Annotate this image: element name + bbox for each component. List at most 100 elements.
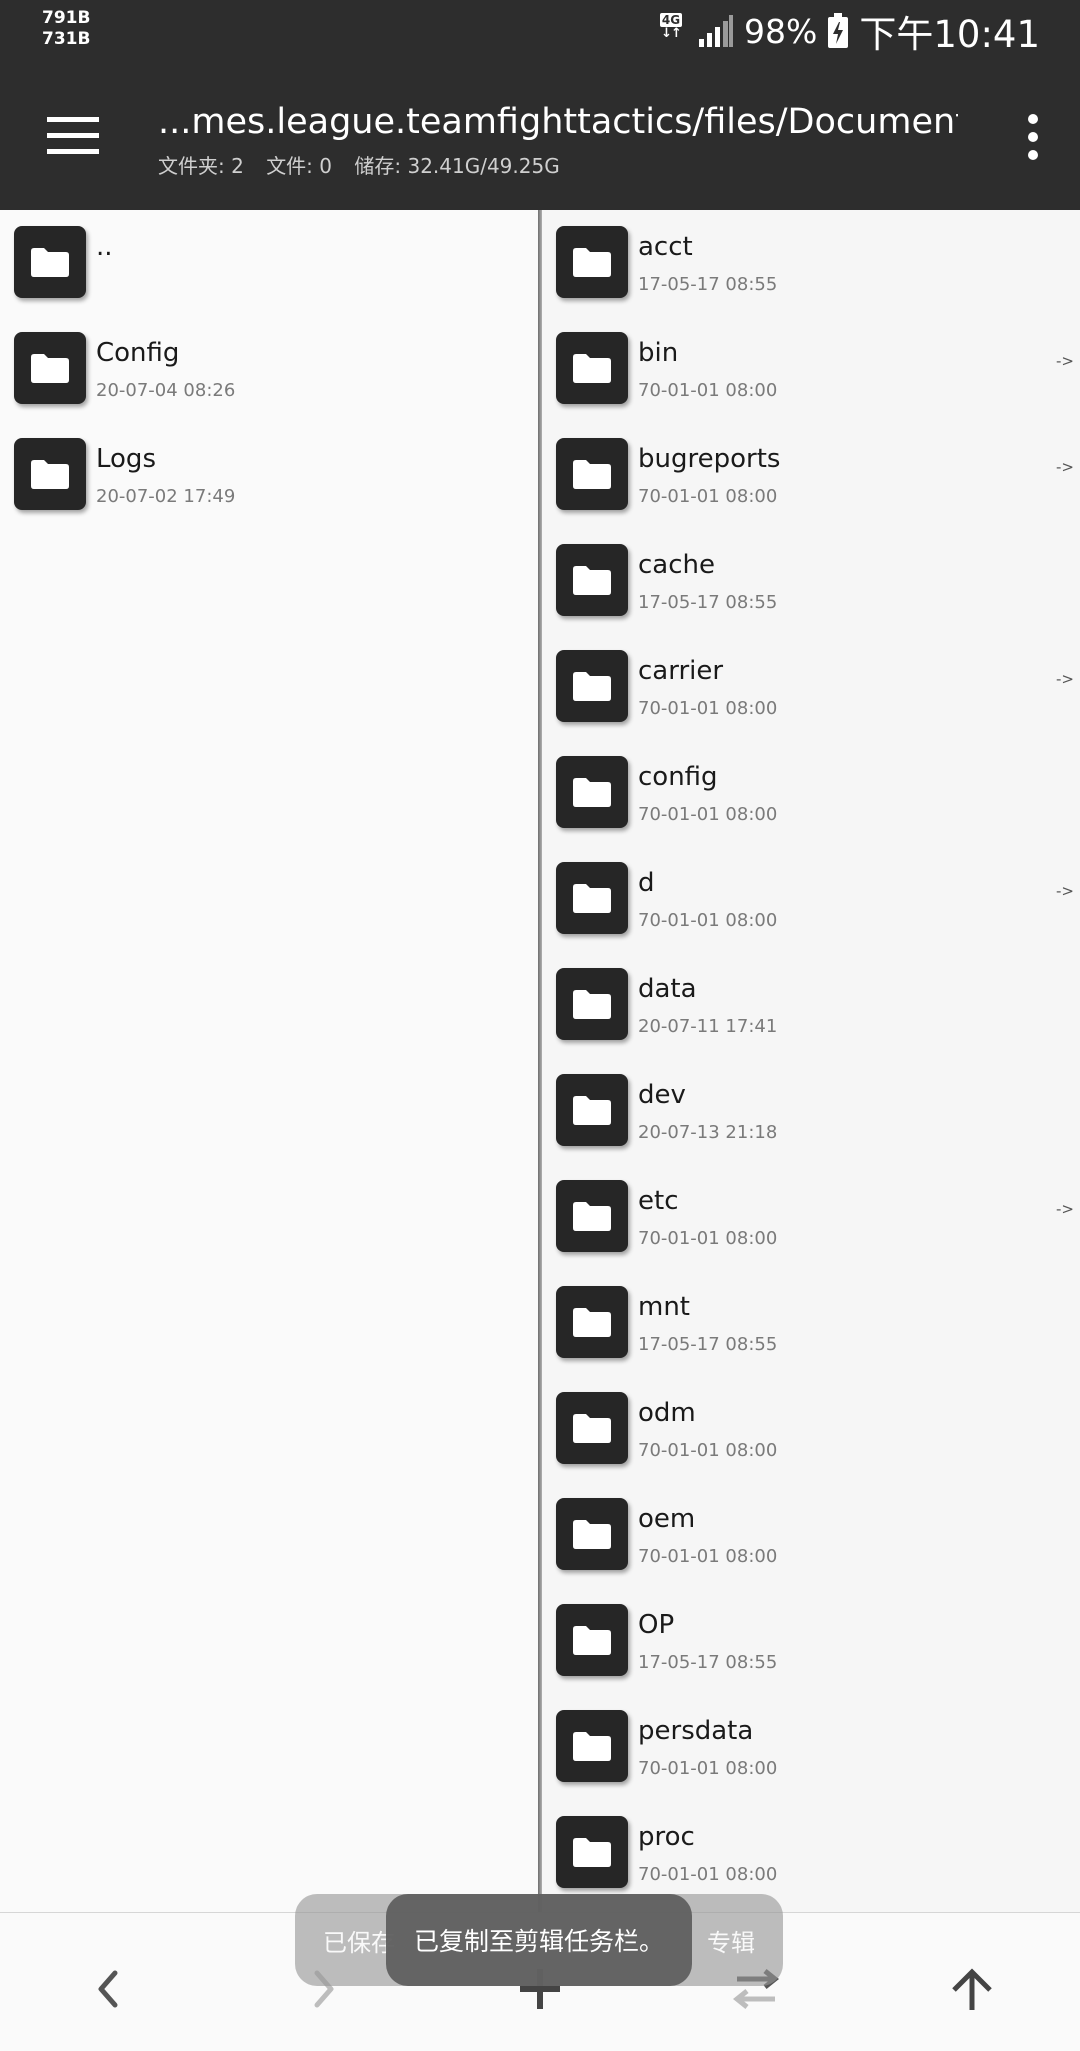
folder-glyph xyxy=(573,990,611,1019)
folder-row[interactable]: bugreports 70-01-01 08:00 -> xyxy=(542,422,1080,528)
network-type-icon: 4G ↓↑ xyxy=(654,13,688,49)
folder-date: 20-07-11 17:41 xyxy=(638,1016,778,1037)
folder-glyph xyxy=(573,354,611,383)
signal-strength-icon xyxy=(699,15,733,47)
folder-name: OP xyxy=(638,1610,675,1640)
folder-glyph xyxy=(31,354,69,383)
left-file-pane[interactable]: .. Config 20-07-04 08:26 Logs 20-07-02 17:49 xyxy=(0,210,538,1912)
folder-date: 20-07-04 08:26 xyxy=(96,380,236,401)
folder-row[interactable]: d 70-01-01 08:00 -> xyxy=(542,846,1080,952)
folder-row[interactable]: OP 17-05-17 08:55 xyxy=(542,1588,1080,1694)
folder-date: 20-07-02 17:49 xyxy=(96,486,236,507)
folder-row[interactable]: carrier 70-01-01 08:00 -> xyxy=(542,634,1080,740)
folder-row[interactable]: config 70-01-01 08:00 xyxy=(542,740,1080,846)
symlink-indicator: -> xyxy=(1056,1200,1074,1218)
folder-glyph xyxy=(573,1096,611,1125)
folder-date: 70-01-01 08:00 xyxy=(638,1228,778,1249)
folder-glyph xyxy=(573,566,611,595)
folder-name: carrier xyxy=(638,656,724,686)
storage-usage: 储存: 32.41G/49.25G xyxy=(354,154,560,178)
folder-date: 17-05-17 08:55 xyxy=(638,592,778,613)
chevron-left-icon xyxy=(98,1970,118,2008)
folder-name: oem xyxy=(638,1504,696,1534)
toast-message: 已复制至剪辑任务栏。 xyxy=(386,1894,692,1986)
net-down-speed: 731B xyxy=(42,29,91,49)
folder-name: Config xyxy=(96,338,180,368)
folder-date: 17-05-17 08:55 xyxy=(638,274,778,295)
folder-date: 70-01-01 08:00 xyxy=(638,804,778,825)
folder-name: dev xyxy=(638,1080,686,1110)
folder-date: 20-07-13 21:18 xyxy=(638,1122,778,1143)
folder-icon xyxy=(556,1498,628,1570)
folder-row[interactable]: cache 17-05-17 08:55 xyxy=(542,528,1080,634)
folder-date: 70-01-01 08:00 xyxy=(638,910,778,931)
folder-icon xyxy=(556,862,628,934)
folder-glyph xyxy=(573,778,611,807)
back-button[interactable] xyxy=(68,1949,148,2029)
folder-icon xyxy=(556,1392,628,1464)
folder-icon xyxy=(556,968,628,1040)
current-path-title[interactable]: ...mes.league.teamfighttactics/files/Doc… xyxy=(158,100,958,144)
folder-name: Logs xyxy=(96,444,156,474)
folder-date: 70-01-01 08:00 xyxy=(638,486,778,507)
battery-charging-icon xyxy=(828,13,849,48)
symlink-indicator: -> xyxy=(1056,458,1074,476)
app-bar: ...mes.league.teamfighttactics/files/Doc… xyxy=(0,62,1080,210)
data-activity-icon: ↓↑ xyxy=(661,26,682,41)
folder-row[interactable]: acct 17-05-17 08:55 xyxy=(542,210,1080,316)
folder-date: 70-01-01 08:00 xyxy=(638,380,778,401)
network-type-label: 4G xyxy=(659,13,683,27)
folder-glyph xyxy=(573,1732,611,1761)
more-options-button[interactable] xyxy=(1008,102,1058,172)
folder-icon xyxy=(556,1286,628,1358)
folder-count: 文件夹: 2 xyxy=(158,154,244,178)
folder-glyph xyxy=(573,1520,611,1549)
folder-icon xyxy=(556,1604,628,1676)
folder-icon xyxy=(556,226,628,298)
folder-name: acct xyxy=(638,232,693,262)
folder-glyph xyxy=(573,1838,611,1867)
folder-glyph xyxy=(573,672,611,701)
folder-name: persdata xyxy=(638,1716,754,1746)
folder-row[interactable]: proc 70-01-01 08:00 xyxy=(542,1800,1080,1906)
folder-date: 17-05-17 08:55 xyxy=(638,1334,778,1355)
folder-row[interactable]: data 20-07-11 17:41 xyxy=(542,952,1080,1058)
folder-glyph xyxy=(573,1414,611,1443)
folder-name: d xyxy=(638,868,655,898)
folder-icon xyxy=(14,226,86,298)
arrow-up-icon xyxy=(952,1968,992,2010)
folder-row[interactable]: .. xyxy=(0,210,538,316)
directory-summary: 文件夹: 2 文件: 0 储存: 32.41G/49.25G xyxy=(158,150,576,179)
symlink-indicator: -> xyxy=(1056,352,1074,370)
folder-name: bin xyxy=(638,338,679,368)
folder-icon xyxy=(14,332,86,404)
folder-row[interactable]: odm 70-01-01 08:00 xyxy=(542,1376,1080,1482)
folder-icon xyxy=(556,332,628,404)
folder-row[interactable]: persdata 70-01-01 08:00 xyxy=(542,1694,1080,1800)
folder-glyph xyxy=(573,248,611,277)
net-up-speed: 791B xyxy=(42,8,91,28)
folder-row[interactable]: Logs 20-07-02 17:49 xyxy=(0,422,538,528)
folder-row[interactable]: oem 70-01-01 08:00 xyxy=(542,1482,1080,1588)
folder-row[interactable]: mnt 17-05-17 08:55 xyxy=(542,1270,1080,1376)
toast-background-right-text: 专辑 xyxy=(707,1928,755,1957)
folder-icon xyxy=(556,1710,628,1782)
folder-row[interactable]: etc 70-01-01 08:00 -> xyxy=(542,1164,1080,1270)
folder-glyph xyxy=(31,248,69,277)
folder-glyph xyxy=(31,460,69,489)
folder-icon xyxy=(556,650,628,722)
parent-directory-button[interactable] xyxy=(932,1949,1012,2029)
folder-row[interactable]: bin 70-01-01 08:00 -> xyxy=(542,316,1080,422)
folder-row[interactable]: dev 20-07-13 21:18 xyxy=(542,1058,1080,1164)
left-file-list: .. Config 20-07-04 08:26 Logs 20-07-02 17:49 xyxy=(0,210,538,528)
more-vertical-icon xyxy=(1028,114,1038,160)
folder-date: 70-01-01 08:00 xyxy=(638,1440,778,1461)
folder-date: 70-01-01 08:00 xyxy=(638,1758,778,1779)
right-file-pane[interactable]: acct 17-05-17 08:55 bin 70-01-01 08:00 -> bug… xyxy=(542,210,1080,1912)
folder-row[interactable]: Config 20-07-04 08:26 xyxy=(0,316,538,422)
hamburger-icon xyxy=(47,117,99,154)
folder-icon xyxy=(556,438,628,510)
folder-name: .. xyxy=(96,232,113,262)
menu-button[interactable] xyxy=(36,106,110,166)
folder-icon xyxy=(556,1074,628,1146)
